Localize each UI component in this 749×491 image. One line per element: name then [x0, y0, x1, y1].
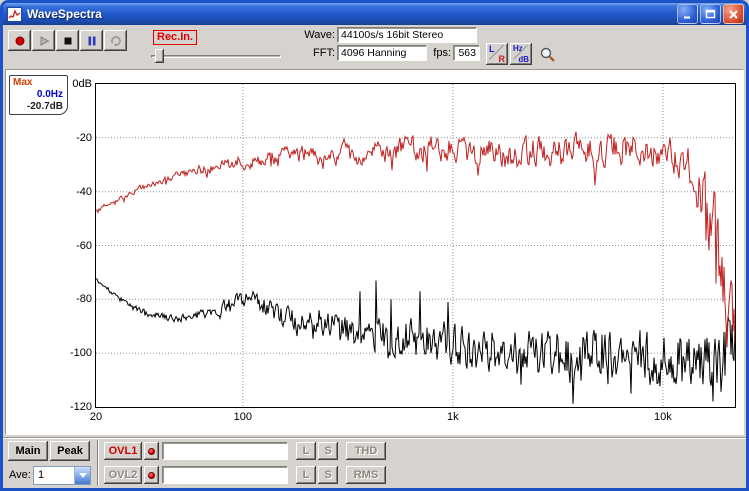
magnifier-icon [539, 46, 556, 63]
rec-in-indicator: Rec.In. [153, 30, 197, 45]
ovl1-file-field[interactable] [162, 442, 288, 460]
db-scale-label: dB [518, 55, 529, 64]
input-level-slider[interactable] [151, 48, 281, 64]
close-button[interactable] [723, 4, 744, 24]
y-axis-tick-label: -80 [44, 293, 92, 305]
repeat-button[interactable] [104, 30, 127, 51]
panel-separator [97, 440, 99, 486]
ovl2-led-icon [148, 472, 155, 479]
bottom-control-panel: Main Peak OVL1 L S THD Ave: 1 OVL2 L S R… [3, 437, 746, 488]
wavespectra-window: WaveSpectra Rec.In. [0, 0, 749, 491]
y-axis-tick-label: -40 [44, 186, 92, 198]
ovl1-button[interactable]: OVL1 [104, 442, 142, 460]
x-axis-tick-label: 100 [223, 411, 263, 423]
spectrum-chart-panel: Max 0.0Hz -20.7dB 0dB-20-40-60-80-100-12… [5, 69, 744, 435]
average-count-value: 1 [38, 469, 44, 481]
ovl2-save-button[interactable]: S [318, 466, 338, 484]
maximize-button[interactable] [700, 4, 721, 24]
title-bar[interactable]: WaveSpectra [3, 3, 746, 25]
y-axis-tick-label: -60 [44, 240, 92, 252]
y-axis-tick-label: -20 [44, 132, 92, 144]
play-icon [38, 35, 50, 47]
ovl1-load-button[interactable]: L [296, 442, 316, 460]
ovl2-led-button[interactable] [144, 466, 159, 484]
plot-frame [95, 83, 736, 408]
thd-button[interactable]: THD [346, 442, 386, 460]
main-view-button[interactable]: Main [8, 441, 48, 461]
chevron-down-icon [79, 473, 87, 478]
stop-button[interactable] [56, 30, 79, 51]
average-count-combobox[interactable]: 1 [33, 466, 91, 485]
wave-label: Wave: [291, 29, 335, 41]
y-axis-tick-label: 0dB [44, 78, 92, 90]
x-axis-tick-label: 10k [643, 411, 683, 423]
toolbar: Rec.In. Wave: 44100s/s 16bit Stereo FFT:… [3, 25, 746, 69]
wave-info-box: 44100s/s 16bit Stereo [337, 27, 477, 43]
right-channel-letter: R [499, 54, 506, 64]
pause-button[interactable] [80, 30, 103, 51]
peak-view-button[interactable]: Peak [50, 441, 90, 461]
rms-button[interactable]: RMS [346, 466, 386, 484]
pause-icon [86, 35, 98, 47]
record-button[interactable] [8, 30, 31, 51]
window-title: WaveSpectra [27, 7, 675, 21]
x-axis-tick-label: 20 [76, 411, 116, 423]
play-button[interactable] [32, 30, 55, 51]
minimize-button[interactable] [677, 4, 698, 24]
record-icon [14, 35, 26, 47]
fps-label: fps: [407, 47, 451, 59]
slider-thumb[interactable] [155, 49, 164, 63]
ovl2-load-button[interactable]: L [296, 466, 316, 484]
max-level-value: -20.7dB [13, 101, 63, 113]
ovl1-led-icon [148, 448, 155, 455]
fft-label: FFT: [291, 47, 335, 59]
ovl2-button[interactable]: OVL2 [104, 466, 142, 484]
average-label: Ave: [9, 469, 31, 481]
stop-icon [62, 35, 74, 47]
ovl1-led-button[interactable] [144, 442, 159, 460]
slider-groove[interactable] [151, 55, 281, 58]
y-axis-tick-label: -100 [44, 347, 92, 359]
fps-value-box: 563 [453, 45, 480, 61]
spectrum-plot [96, 84, 735, 407]
ovl1-save-button[interactable]: S [318, 442, 338, 460]
ovl2-file-field[interactable] [162, 466, 288, 484]
repeat-icon [109, 35, 123, 47]
combobox-drop-button[interactable] [74, 467, 90, 484]
max-frequency-value: 0.0Hz [13, 89, 63, 101]
hz-db-scale-button[interactable]: Hz dB [510, 43, 532, 65]
zoom-settings-button[interactable] [536, 43, 558, 65]
x-axis-tick-label: 1k [433, 411, 473, 423]
app-icon [7, 7, 22, 22]
lr-channel-button[interactable]: L R [486, 43, 508, 65]
